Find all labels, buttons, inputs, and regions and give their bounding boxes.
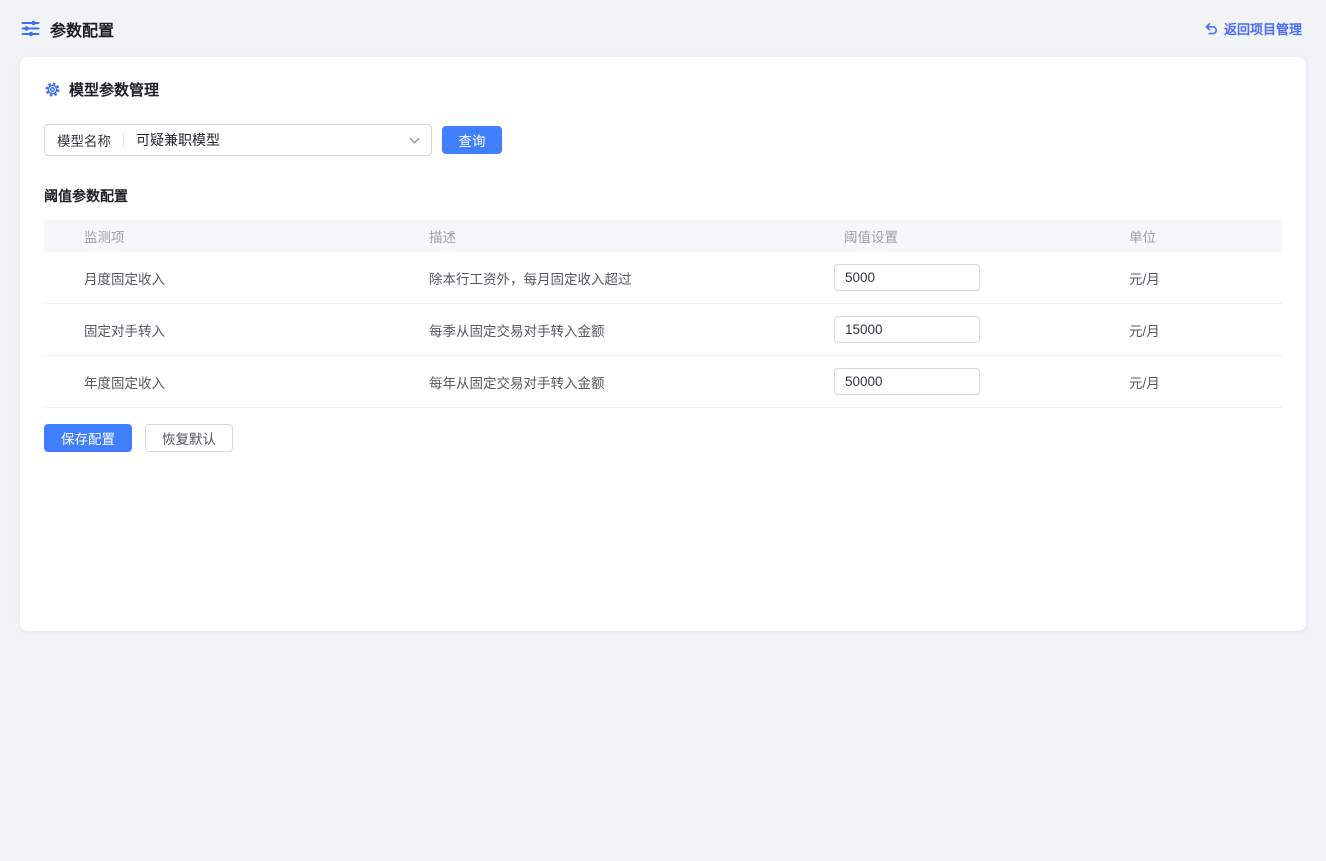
unit-cell: 元/月 [1089,268,1282,288]
table-header-row: 监测项 描述 阈值设置 单位 [44,220,1282,252]
filter-row: 模型名称 可疑兼职模型 查询 [44,124,1282,156]
table-row: 月度固定收入 除本行工资外，每月固定收入超过 元/月 [44,252,1282,304]
unit-cell: 元/月 [1089,320,1282,340]
description-cell: 每季从固定交易对手转入金额 [389,320,804,340]
threshold-input-annual-income[interactable] [834,368,980,395]
threshold-input-monthly-income[interactable] [834,264,980,291]
sliders-icon [20,18,41,39]
restore-default-button[interactable]: 恢复默认 [145,424,233,452]
column-header-unit: 单位 [1089,226,1282,246]
card-title: 模型参数管理 [69,79,159,100]
monitor-item-cell: 月度固定收入 [44,268,389,288]
chevron-down-icon [408,134,421,147]
page-title: 参数配置 [50,17,114,41]
save-config-button[interactable]: 保存配置 [44,424,132,452]
undo-arrow-icon [1203,21,1218,36]
table-row: 年度固定收入 每年从固定交易对手转入金额 元/月 [44,356,1282,408]
column-header-item: 监测项 [44,226,389,246]
footer-actions: 保存配置 恢复默认 [44,424,1282,452]
model-name-label: 模型名称 [45,130,123,150]
back-to-project-link[interactable]: 返回项目管理 [1203,19,1302,38]
table-row: 固定对手转入 每季从固定交易对手转入金额 元/月 [44,304,1282,356]
model-parameter-card: 模型参数管理 模型名称 可疑兼职模型 查询 阈值参数配置 监测项 描述 阈值设置… [20,57,1306,631]
column-header-desc: 描述 [389,226,804,246]
model-name-select[interactable]: 模型名称 可疑兼职模型 [44,124,432,156]
query-button[interactable]: 查询 [442,126,502,154]
gear-icon [44,81,61,98]
unit-cell: 元/月 [1089,372,1282,392]
back-link-label: 返回项目管理 [1224,19,1302,38]
threshold-input-fixed-counterparty[interactable] [834,316,980,343]
top-bar: 参数配置 返回项目管理 [0,0,1326,57]
threshold-section-title: 阈值参数配置 [44,186,1282,206]
model-name-selected-value: 可疑兼职模型 [124,130,408,150]
description-cell: 除本行工资外，每月固定收入超过 [389,268,804,288]
threshold-table: 监测项 描述 阈值设置 单位 月度固定收入 除本行工资外，每月固定收入超过 元/… [44,220,1282,408]
description-cell: 每年从固定交易对手转入金额 [389,372,804,392]
monitor-item-cell: 固定对手转入 [44,320,389,340]
monitor-item-cell: 年度固定收入 [44,372,389,392]
column-header-threshold: 阈值设置 [804,226,1089,246]
